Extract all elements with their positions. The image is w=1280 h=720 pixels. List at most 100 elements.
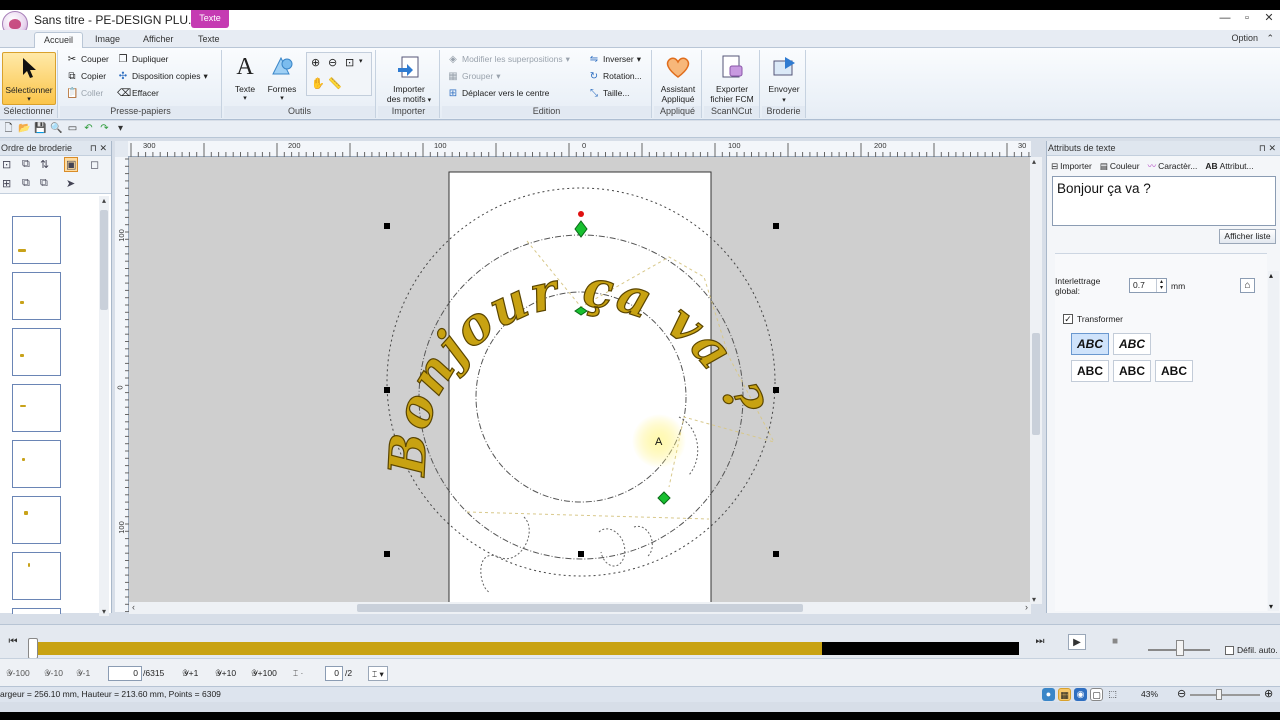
view-mode-icon[interactable]: ▣ [64,157,79,172]
group-color-icon[interactable]: ⧉ [22,158,30,171]
duplicate-button[interactable]: ❐ Dupliquer [117,52,169,67]
edit-overlaps-button[interactable]: ◈ Modifier les superpositions ▾ [447,52,570,67]
save-icon[interactable]: 💾 [34,123,47,135]
zoom-in-icon[interactable]: ⊕ [311,56,320,69]
stitch-number-input[interactable]: 0 [108,666,142,681]
color-prev-icon[interactable]: ⌶ · [293,666,303,681]
expand-icon[interactable]: ⊞ [2,177,11,190]
resize-handle[interactable] [773,387,779,393]
size-button[interactable]: ⤡ Taille... [588,86,629,101]
pin-close-icons[interactable]: ⊓ ✕ [90,141,107,155]
close-icon[interactable]: ✕ [99,143,107,153]
scroll-thumb[interactable] [357,604,803,612]
cut-button[interactable]: ✂ Couper [66,52,109,67]
zoom-knob[interactable] [1216,689,1222,700]
pin-icon[interactable]: ⊓ [90,143,97,153]
view-design-icon[interactable]: ● [1042,688,1055,701]
new-file-icon[interactable]: 🗋 [2,123,15,135]
color-next-button[interactable]: ⌶ ▾ [368,666,388,681]
letter-spacing-input[interactable]: 0.7 ▴ ▾ [1129,278,1167,293]
scroll-down-icon[interactable]: ▾ [1032,595,1036,604]
paste-button[interactable]: 📋 Coller [66,86,103,101]
option-menu[interactable]: Option [1231,33,1258,43]
export-fcm-button[interactable]: Exporter fichier FCM [706,52,758,104]
zoom-out-icon[interactable]: ⊖ [1177,687,1186,700]
zoom-slider[interactable] [1190,694,1260,696]
scroll-right-icon[interactable]: › [1025,602,1028,612]
progress-knob[interactable] [28,638,38,659]
transform-checkbox[interactable]: ✓ Transformer [1063,314,1123,324]
applique-wizard-button[interactable]: Assistant Appliqué [656,52,700,104]
design-drawing[interactable]: Bonjour ça va ? A [129,157,1031,612]
shape-arc-down-button[interactable]: ABC [1113,333,1151,355]
list-item[interactable] [12,440,61,488]
mirror-button[interactable]: ⇋ Inverser ▾ [588,52,641,67]
list-item[interactable] [12,384,61,432]
delete-button[interactable]: ⌫ Effacer [117,86,159,101]
show-list-button[interactable]: Afficher liste [1219,229,1276,244]
order-scrollbar[interactable]: ▴ ▾ [99,196,109,616]
customize-qat-icon[interactable]: ▾ [114,123,127,135]
shape-pinch-button[interactable]: ABC [1155,360,1193,382]
scroll-up-icon[interactable]: ▴ [1269,271,1273,280]
maximize-icon[interactable]: ▫ [1236,10,1258,28]
stitch-progress-track[interactable] [36,642,1019,655]
scroll-down-icon[interactable]: ▾ [1269,602,1273,611]
resize-handle[interactable] [773,223,779,229]
scroll-up-icon[interactable]: ▴ [1032,157,1036,166]
resize-handle[interactable] [578,551,584,557]
hand-pan-icon[interactable]: ✋ [311,77,325,90]
forward-end-icon[interactable]: ⏭ [1031,634,1049,650]
list-item[interactable] [12,272,61,320]
shapes-button[interactable]: Formes ▾ [264,52,300,104]
resize-handle[interactable] [384,551,390,557]
scroll-left-icon[interactable]: ‹ [132,602,135,612]
back-1-button[interactable]: 𝒴-1 [76,666,90,681]
undo-icon[interactable]: ↶ [82,123,95,135]
tab-accueil[interactable]: Accueil [34,32,84,48]
move-up-icon[interactable]: ⧉ [22,177,30,190]
view-grid-icon[interactable]: ▢ [1090,688,1103,701]
scroll-up-icon[interactable]: ▴ [99,196,109,205]
move-center-button[interactable]: ⊞ Déplacer vers le centre [447,86,550,101]
view-realistic-icon[interactable]: ◉ [1074,688,1087,701]
tab-couleur[interactable]: ▤ Couleur [1096,159,1144,173]
view-stitch-icon[interactable]: ▦ [1058,688,1071,701]
speed-knob[interactable] [1176,640,1184,656]
array-copy-button[interactable]: ✣ Disposition copies ▾ [117,69,208,84]
scroll-down-icon[interactable]: ▾ [99,607,109,616]
tab-texte[interactable]: Texte [189,32,229,48]
order-by-color-icon[interactable]: ⇅ [40,158,49,171]
copy-button[interactable]: ⧉ Copier [66,69,106,84]
list-item[interactable] [12,328,61,376]
zoom-in-icon[interactable]: ⊕ [1264,687,1273,700]
select-button[interactable]: Sélectionner ▾ [2,52,56,105]
close-icon[interactable]: ✕ [1258,10,1280,28]
list-item[interactable] [12,496,61,544]
view-cursor-icon[interactable]: ⬚ [1106,688,1119,701]
context-tab-texte[interactable]: Texte [191,10,229,28]
frame-icon[interactable]: ◻ [90,158,99,171]
dropdown-arrow-icon[interactable]: ▾ [359,57,363,65]
list-item[interactable] [12,608,61,614]
redo-icon[interactable]: ↷ [98,123,111,135]
scroll-thumb[interactable] [1032,333,1040,435]
reset-home-icon[interactable]: ⌂ [1240,278,1255,293]
auto-scroll-checkbox[interactable]: Défil. auto. [1225,645,1278,655]
tab-importer[interactable]: ⊟ Importer [1047,159,1096,173]
import-patterns-button[interactable]: Importer des motifs ▾ [382,52,436,106]
realistic-view-icon[interactable]: ▭ [66,123,79,135]
color-number-input[interactable]: 0 [325,666,343,681]
list-item[interactable] [12,552,61,600]
open-folder-icon[interactable]: 📂 [18,123,31,135]
list-item[interactable] [12,216,61,264]
stop-icon[interactable]: ■ [1106,634,1124,650]
scroll-thumb[interactable] [100,210,108,310]
tab-caractere[interactable]: 〰 Caractèr... [1144,159,1202,173]
text-tool-button[interactable]: A Texte ▾ [228,52,262,104]
resize-handle[interactable] [773,551,779,557]
group-button[interactable]: ▦ Grouper ▾ [447,69,500,84]
forward-100-button[interactable]: 𝒴+100 [251,666,277,681]
back-10-button[interactable]: 𝒴-10 [44,666,63,681]
checkbox-box[interactable] [1225,645,1234,655]
